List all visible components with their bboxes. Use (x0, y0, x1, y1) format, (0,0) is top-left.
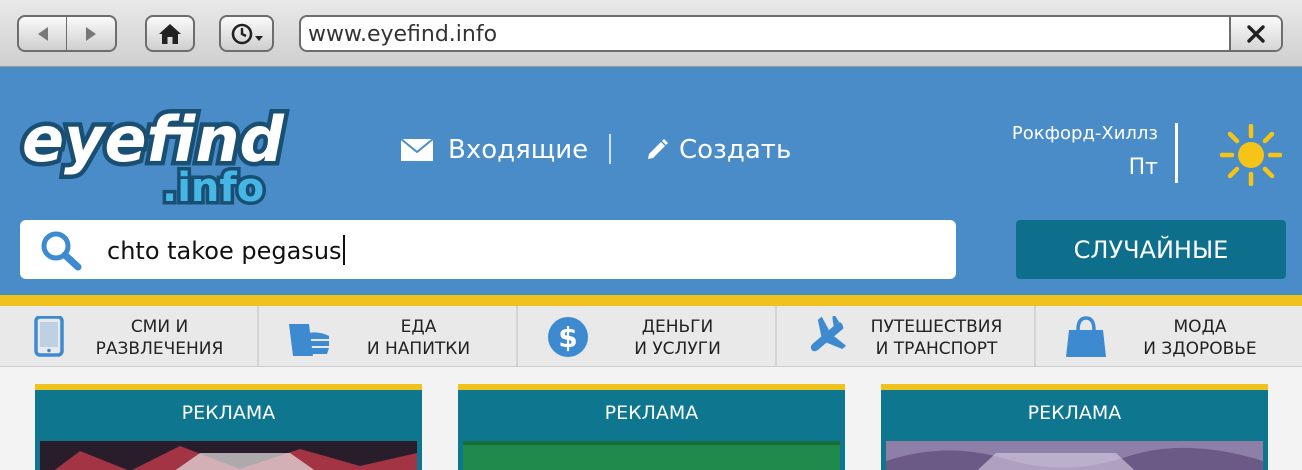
home-button[interactable] (145, 15, 195, 52)
dollar-icon: $ (548, 317, 588, 357)
food-icon (289, 324, 329, 356)
shopping-bag-icon (1066, 316, 1106, 357)
pencil-icon (648, 139, 668, 159)
category-media[interactable]: СМИ И РАЗВЛЕЧЕНИЯ (0, 306, 259, 366)
back-arrow-icon (37, 26, 48, 41)
ad-image (40, 441, 417, 470)
history-button[interactable] (219, 15, 274, 52)
history-clock-icon (231, 23, 263, 44)
create-label: Создать (679, 135, 792, 165)
category-label: СМИ И РАЗВЛЕЧЕНИЯ (95, 317, 224, 359)
text-caret (342, 235, 345, 265)
search-input[interactable]: chto takoe pegasus (107, 235, 345, 265)
sun-icon (1220, 124, 1282, 186)
forward-arrow-icon (86, 26, 96, 41)
close-icon (1247, 24, 1265, 43)
eyefind-logo[interactable]: eyefind .info (14, 89, 304, 210)
inbox-label: Входящие (448, 135, 589, 165)
airplane-icon (810, 316, 847, 352)
search-box[interactable]: chto takoe pegasus (20, 220, 956, 279)
category-label: ДЕНЬГИ И УСЛУГИ (634, 317, 721, 359)
category-label: МОДА И ЗДОРОВЬЕ (1143, 317, 1257, 359)
browser-toolbar: www.eyefind.info (0, 0, 1302, 67)
ad-slot[interactable]: РЕКЛАМА (35, 384, 422, 470)
site-header: eyefind .info Входящие Создать Рокфорд-Х… (0, 67, 1302, 295)
weather-location: Рокфорд-Хиллз (1011, 123, 1158, 144)
ad-label: РЕКЛАМА (181, 402, 276, 424)
create-link[interactable]: Создать (645, 135, 791, 165)
forward-button[interactable] (66, 15, 117, 52)
nav-divider (609, 134, 611, 164)
ad-label: РЕКЛАМА (604, 402, 699, 424)
ad-image (886, 441, 1263, 470)
inbox-link[interactable]: Входящие (400, 135, 588, 165)
ad-slot[interactable]: РЕКЛАМА (458, 384, 845, 470)
category-money[interactable]: $ ДЕНЬГИ И УСЛУГИ (518, 306, 777, 366)
svg-text:$: $ (558, 321, 577, 354)
close-button[interactable] (1229, 17, 1281, 50)
search-icon (41, 231, 82, 271)
address-bar[interactable]: www.eyefind.info (299, 15, 1283, 52)
weather-day: Пт (1128, 155, 1158, 180)
category-fashion[interactable]: МОДА И ЗДОРОВЬЕ (1036, 306, 1302, 366)
category-travel[interactable]: ПУТЕШЕСТВИЯ И ТРАНСПОРТ (777, 306, 1036, 366)
search-input-value: chto takoe pegasus (107, 237, 342, 265)
ad-slot[interactable]: РЕКЛАМА (881, 384, 1268, 470)
category-label: ЕДА И НАПИТКИ (366, 317, 471, 359)
category-label: ПУТЕШЕСТВИЯ И ТРАНСПОРТ (870, 317, 1003, 359)
category-food[interactable]: ЕДА И НАПИТКИ (259, 306, 518, 366)
logo-domain: .info (162, 165, 264, 209)
tablet-icon (34, 316, 64, 357)
home-icon (159, 23, 181, 44)
category-bar: СМИ И РАЗВЛЕЧЕНИЯ ЕДА И НАПИТКИ $ ДЕНЬГИ И … (0, 306, 1302, 367)
ad-image (463, 441, 840, 470)
random-button[interactable]: СЛУЧАЙНЫЕ (1016, 220, 1286, 279)
weather-divider (1175, 123, 1178, 183)
address-bar-url[interactable]: www.eyefind.info (308, 22, 497, 47)
envelope-icon (400, 138, 434, 161)
ad-label: РЕКЛАМА (1027, 402, 1122, 424)
back-button[interactable] (17, 15, 67, 52)
accent-stripe (0, 295, 1302, 306)
